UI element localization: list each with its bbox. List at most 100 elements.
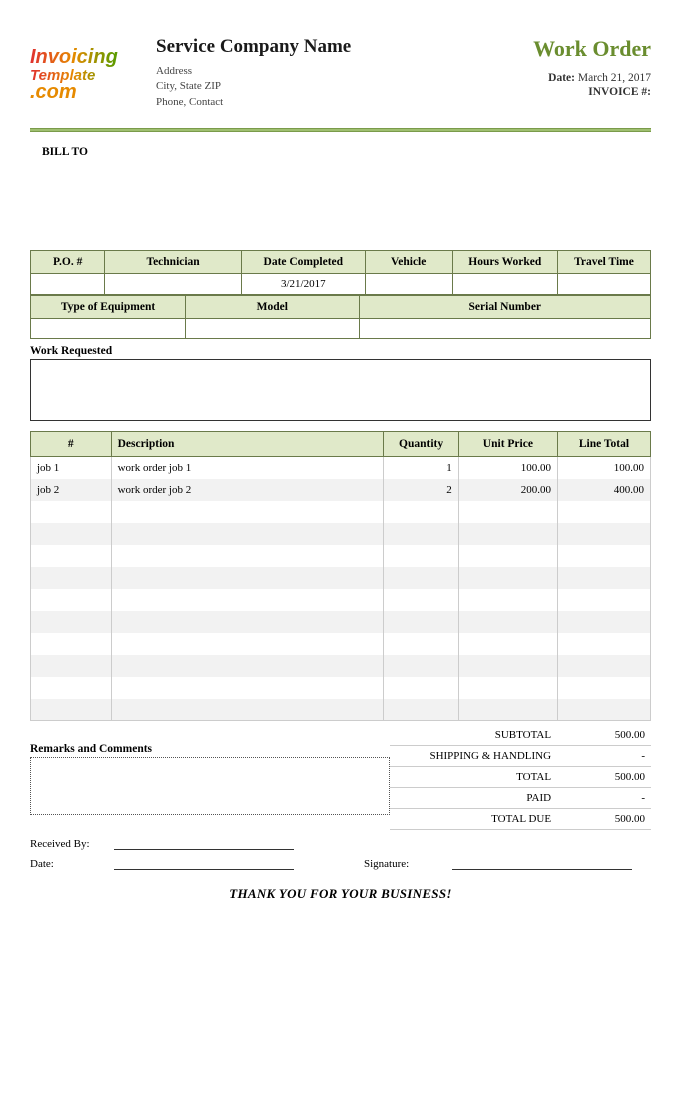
- item-uprice: [458, 567, 557, 589]
- item-uprice: 200.00: [458, 479, 557, 501]
- item-qty: [384, 501, 458, 523]
- info1-cell: [557, 274, 650, 295]
- table-row: [31, 677, 651, 699]
- item-ltotal: [557, 545, 650, 567]
- item-ltotal: 400.00: [557, 479, 650, 501]
- item-qty: [384, 589, 458, 611]
- item-num: [31, 633, 112, 655]
- table-row: [31, 611, 651, 633]
- header-right: Work Order Date: March 21, 2017 INVOICE …: [533, 36, 651, 100]
- item-desc: [111, 633, 384, 655]
- subtotal-label: SUBTOTAL: [390, 725, 557, 746]
- item-qty: [384, 523, 458, 545]
- bill-to-area: [30, 158, 651, 250]
- company-name: Service Company Name: [156, 36, 515, 58]
- bill-to-label: BILL TO: [42, 146, 651, 158]
- item-ltotal: [557, 633, 650, 655]
- item-qty: [384, 655, 458, 677]
- items-table: # Description Quantity Unit Price Line T…: [30, 431, 651, 721]
- table-row: [31, 699, 651, 721]
- company-citystatezip: City, State ZIP: [156, 79, 515, 94]
- work-requested-box: [30, 359, 651, 421]
- item-ltotal: [557, 611, 650, 633]
- info-table-1: P.O. # Technician Date Completed Vehicle…: [30, 250, 651, 295]
- item-ltotal: [557, 655, 650, 677]
- item-qty: [384, 633, 458, 655]
- item-uprice: [458, 501, 557, 523]
- company-phone: Phone, Contact: [156, 95, 515, 110]
- item-qty: 2: [384, 479, 458, 501]
- item-ltotal: 100.00: [557, 457, 650, 479]
- info-table-2: Type of Equipment Model Serial Number: [30, 295, 651, 339]
- item-num: [31, 655, 112, 677]
- company-block: Service Company Name Address City, State…: [156, 36, 515, 110]
- company-address: Address: [156, 64, 515, 79]
- info2-header: Serial Number: [359, 296, 650, 319]
- item-desc: [111, 567, 384, 589]
- table-row: job 2work order job 22200.00400.00: [31, 479, 651, 501]
- item-qty: [384, 699, 458, 721]
- sign-date-line: [114, 856, 294, 870]
- header-divider: [30, 128, 651, 132]
- table-row: [31, 501, 651, 523]
- logo-line1: Invoicing: [30, 47, 138, 67]
- info1-header: Vehicle: [365, 251, 452, 274]
- logo: Invoicing Template .com: [30, 30, 138, 118]
- document-title: Work Order: [533, 36, 651, 62]
- totals-table: SUBTOTAL 500.00 SHIPPING & HANDLING - TO…: [390, 725, 651, 830]
- item-num: [31, 567, 112, 589]
- info1-header: Technician: [105, 251, 241, 274]
- received-by-line: [114, 836, 294, 850]
- item-desc: work order job 2: [111, 479, 384, 501]
- item-num: [31, 545, 112, 567]
- item-desc: [111, 699, 384, 721]
- item-uprice: [458, 655, 557, 677]
- info1-cell: 3/21/2017: [241, 274, 365, 295]
- total-label: TOTAL: [390, 767, 557, 788]
- info1-header: Travel Time: [557, 251, 650, 274]
- items-header-ltotal: Line Total: [557, 432, 650, 457]
- remarks-box: [30, 757, 390, 815]
- work-requested-label: Work Requested: [30, 345, 651, 357]
- item-num: job 2: [31, 479, 112, 501]
- info2-header: Type of Equipment: [31, 296, 186, 319]
- items-header-desc: Description: [111, 432, 384, 457]
- received-by-label: Received By:: [30, 838, 110, 850]
- item-uprice: 100.00: [458, 457, 557, 479]
- info1-cell: [452, 274, 557, 295]
- item-qty: [384, 611, 458, 633]
- table-row: [31, 655, 651, 677]
- item-uprice: [458, 633, 557, 655]
- item-ltotal: [557, 523, 650, 545]
- info1-header: Date Completed: [241, 251, 365, 274]
- logo-line3: .com: [30, 82, 138, 102]
- table-row: [31, 545, 651, 567]
- item-desc: [111, 611, 384, 633]
- item-num: [31, 589, 112, 611]
- item-uprice: [458, 545, 557, 567]
- item-uprice: [458, 611, 557, 633]
- info1-header: Hours Worked: [452, 251, 557, 274]
- date-label: Date:: [548, 72, 575, 84]
- total-value: 500.00: [557, 767, 651, 788]
- table-row: job 1work order job 11100.00100.00: [31, 457, 651, 479]
- signature-line: [452, 856, 632, 870]
- item-uprice: [458, 677, 557, 699]
- item-qty: [384, 567, 458, 589]
- item-num: [31, 501, 112, 523]
- item-desc: [111, 589, 384, 611]
- thank-you-message: THANK YOU FOR YOUR BUSINESS!: [30, 886, 651, 902]
- item-qty: [384, 545, 458, 567]
- item-num: [31, 677, 112, 699]
- subtotal-value: 500.00: [557, 725, 651, 746]
- info1-cell: [105, 274, 241, 295]
- bottom-area: Remarks and Comments SUBTOTAL 500.00 SHI…: [30, 725, 651, 830]
- shipping-value: -: [557, 746, 651, 767]
- item-num: [31, 611, 112, 633]
- item-desc: [111, 655, 384, 677]
- info1-header: P.O. #: [31, 251, 105, 274]
- due-label: TOTAL DUE: [390, 809, 557, 830]
- item-desc: [111, 677, 384, 699]
- date-value: March 21, 2017: [578, 72, 651, 84]
- info2-cell: [359, 319, 650, 339]
